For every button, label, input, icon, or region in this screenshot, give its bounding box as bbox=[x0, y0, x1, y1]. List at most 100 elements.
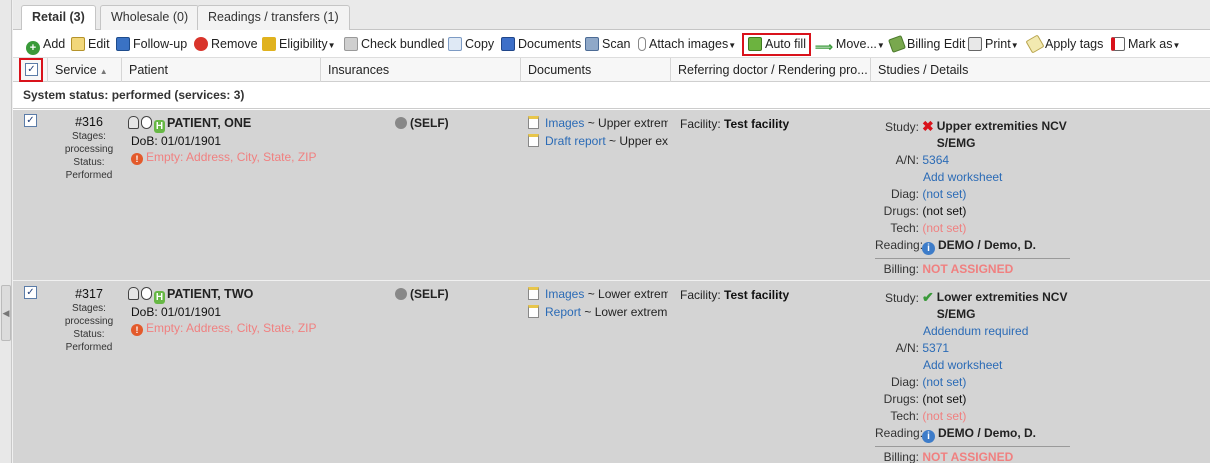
facility-label: Facility: bbox=[680, 288, 721, 302]
document-desc: ~ Upper ex bbox=[605, 134, 668, 148]
follow-up-button[interactable]: Follow-up bbox=[116, 35, 187, 53]
images-link[interactable]: Images bbox=[545, 116, 584, 130]
referring-cell: Facility: Test facility bbox=[680, 287, 870, 303]
print-icon bbox=[968, 37, 982, 51]
apply-tags-button[interactable]: Apply tags bbox=[1025, 34, 1103, 54]
report-link[interactable]: Draft report bbox=[545, 134, 606, 148]
collapse-handle[interactable]: ◀ bbox=[1, 285, 11, 341]
transport-icon bbox=[141, 287, 152, 300]
move-button[interactable]: ⟹ Move...▼ bbox=[815, 35, 885, 54]
scan-button[interactable]: Scan bbox=[585, 35, 631, 53]
insurance-cell[interactable]: (SELF) bbox=[395, 116, 515, 130]
tab-wholesale[interactable]: Wholesale (0) bbox=[100, 5, 200, 30]
add-worksheet-link[interactable]: Add worksheet bbox=[923, 170, 1002, 184]
facility-value: Test facility bbox=[724, 117, 790, 131]
select-all-wrapper: ✓ bbox=[13, 58, 48, 82]
print-button[interactable]: Print▼ bbox=[968, 35, 1019, 53]
select-all-checkbox[interactable]: ✓ bbox=[25, 63, 38, 76]
column-referring[interactable]: Referring doctor / Rendering pro... bbox=[670, 58, 870, 82]
column-service[interactable]: Service ▲ bbox=[47, 58, 125, 82]
eligibility-button[interactable]: Eligibility▼ bbox=[262, 35, 336, 53]
row-checkbox[interactable]: ✓ bbox=[24, 114, 37, 127]
document-item: Images ~ Lower extrem bbox=[528, 285, 668, 303]
remove-button[interactable]: Remove bbox=[194, 35, 258, 53]
an-label: A/N: bbox=[895, 153, 919, 167]
column-documents[interactable]: Documents bbox=[520, 58, 670, 82]
patient-dob: DoB: 01/01/1901 bbox=[131, 305, 222, 319]
images-link[interactable]: Images bbox=[545, 287, 584, 301]
tab-retail[interactable]: Retail (3) bbox=[21, 5, 96, 31]
check-status-icon: ✔ bbox=[922, 289, 934, 305]
addendum-link[interactable]: Addendum required bbox=[923, 324, 1028, 338]
eligibility-icon bbox=[262, 37, 276, 51]
eligibility-label: Eligibility bbox=[279, 37, 328, 51]
insurance-cell[interactable]: (SELF) bbox=[395, 287, 515, 301]
billing-edit-label: Billing Edit bbox=[907, 37, 966, 51]
add-label: Add bbox=[43, 37, 66, 51]
toolbar: + Add Edit Follow-up Remove Eligibility▼ … bbox=[13, 30, 1210, 58]
copy-button[interactable]: Copy bbox=[448, 35, 494, 53]
attach-images-button[interactable]: Attach images▼ bbox=[638, 35, 736, 53]
column-patient[interactable]: Patient bbox=[121, 58, 321, 82]
patient-name[interactable]: H PATIENT, ONE bbox=[128, 115, 328, 133]
info-icon[interactable]: i bbox=[922, 430, 935, 443]
scan-label: Scan bbox=[602, 37, 631, 51]
report-link[interactable]: Report bbox=[545, 305, 581, 319]
facility-label: Facility: bbox=[680, 117, 721, 131]
remove-label: Remove bbox=[211, 37, 258, 51]
add-worksheet-link[interactable]: Add worksheet bbox=[923, 358, 1002, 372]
row-checkbox[interactable]: ✓ bbox=[24, 286, 37, 299]
hospital-icon: H bbox=[154, 120, 165, 133]
billing-line: Billing: NOT ASSIGNED bbox=[875, 446, 1070, 463]
table-row[interactable]: ✓ #317 Stages: processing Status: Perfor… bbox=[13, 281, 1210, 463]
documents-button[interactable]: Documents bbox=[501, 35, 581, 53]
status-value: Performed bbox=[65, 342, 113, 353]
stages-label: Stages: bbox=[72, 131, 106, 142]
diag-link[interactable]: (not set) bbox=[922, 375, 966, 389]
document-desc: ~ Upper extrem bbox=[584, 116, 668, 130]
drugs-label: Drugs: bbox=[883, 392, 919, 406]
document-icon bbox=[528, 287, 539, 300]
tech-value: (not set) bbox=[922, 409, 967, 423]
column-studies[interactable]: Studies / Details bbox=[870, 58, 1210, 82]
billing-value[interactable]: NOT ASSIGNED bbox=[922, 450, 1013, 463]
x-status-icon: ✖ bbox=[922, 118, 934, 134]
status-label: Status: bbox=[73, 329, 105, 340]
study-value[interactable]: Lower extremities NCV S/EMG bbox=[937, 289, 1077, 323]
patient-name-text: PATIENT, TWO bbox=[167, 287, 254, 301]
chevron-down-icon: ▼ bbox=[728, 41, 737, 50]
billing-line: Billing: NOT ASSIGNED bbox=[875, 258, 1070, 278]
patient-name[interactable]: H PATIENT, TWO bbox=[128, 286, 328, 304]
status-value: Performed bbox=[65, 170, 113, 181]
table-row[interactable]: ✓ #316 Stages: processing Status: Perfor… bbox=[13, 110, 1210, 281]
auto-fill-button[interactable]: Auto fill bbox=[742, 33, 811, 56]
study-value[interactable]: Upper extremities NCV S/EMG bbox=[937, 118, 1077, 152]
patient-dob: DoB: 01/01/1901 bbox=[131, 134, 222, 148]
column-insurances[interactable]: Insurances bbox=[320, 58, 520, 82]
patient-cell: H PATIENT, TWO DoB: 01/01/1901 ! Empty: Ad… bbox=[128, 286, 328, 336]
diag-link[interactable]: (not set) bbox=[922, 187, 966, 201]
documents-label: Documents bbox=[518, 37, 582, 51]
print-label: Print bbox=[985, 37, 1011, 51]
stages-label: Stages: bbox=[72, 303, 106, 314]
billing-value[interactable]: NOT ASSIGNED bbox=[922, 262, 1013, 276]
billing-edit-button[interactable]: Billing Edit bbox=[888, 35, 966, 53]
check-bundled-button[interactable]: Check bundled bbox=[344, 35, 444, 53]
chevron-down-icon: ▼ bbox=[327, 41, 336, 50]
an-link[interactable]: 5364 bbox=[922, 153, 949, 167]
document-desc: ~ Lower extrem bbox=[584, 287, 668, 301]
document-item: Draft report ~ Upper ex bbox=[528, 132, 668, 150]
info-icon[interactable]: i bbox=[922, 242, 935, 255]
document-icon bbox=[528, 305, 539, 318]
tab-readings-transfers[interactable]: Readings / transfers (1) bbox=[197, 5, 350, 30]
document-icon bbox=[528, 116, 539, 129]
copy-icon bbox=[448, 37, 462, 51]
column-service-label: Service bbox=[55, 63, 97, 77]
edit-button[interactable]: Edit bbox=[71, 35, 110, 53]
mark-as-button[interactable]: Mark as▼ bbox=[1111, 35, 1180, 53]
check-bundled-label: Check bundled bbox=[361, 37, 445, 51]
documents-icon bbox=[501, 37, 515, 51]
an-link[interactable]: 5371 bbox=[922, 341, 949, 355]
group-header: System status: performed (services: 3) bbox=[13, 82, 1210, 109]
add-button[interactable]: + Add bbox=[26, 35, 66, 55]
